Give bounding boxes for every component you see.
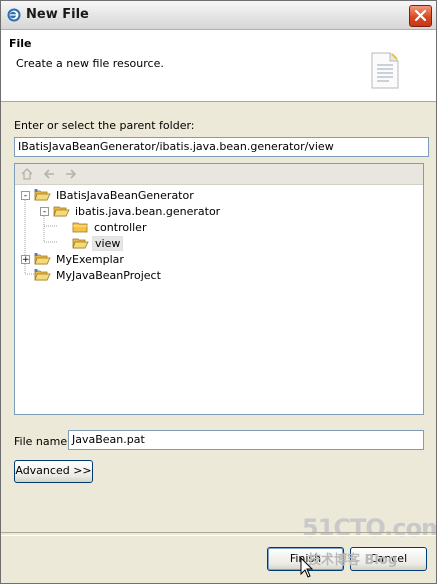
footer-separator [1,532,436,536]
tree-item-view[interactable]: view [72,235,124,251]
back-arrow-icon[interactable] [41,166,57,182]
project-icon [34,253,51,265]
tree-item-label: ibatis.java.bean.generator [75,204,221,218]
tree-item-myexemplar[interactable]: + MyExemplar [21,251,126,267]
watermark-blog-text: 技术博客 Blog [308,553,398,568]
wizard-banner: File Create a new file resource. [1,30,436,102]
collapse-toggle[interactable]: - [40,206,49,216]
tree-item-controller[interactable]: controller [72,219,148,235]
window-title: New File [26,7,89,22]
close-icon [414,9,427,22]
tree-toolbar [15,164,423,185]
tree-item-myjavabeanproject[interactable]: MyJavaBeanProject [34,267,163,283]
wizard-page-title: File [9,37,32,50]
tree-item-label: MyExemplar [56,252,124,266]
folder-icon [72,222,88,233]
parent-folder-label: Enter or select the parent folder: [14,119,195,132]
parent-folder-input[interactable]: IBatisJavaBeanGenerator/ibatis.java.bean… [14,137,429,157]
open-folder-icon [72,238,89,249]
home-icon[interactable] [19,166,35,182]
mouse-pointer-icon [300,557,314,578]
tree-item-label: view [92,235,124,251]
collapse-toggle[interactable]: - [21,190,30,200]
expand-toggle[interactable]: + [21,254,30,264]
dialog-body: Enter or select the parent folder: IBati… [1,102,436,532]
tree-item-label: MyJavaBeanProject [56,268,161,282]
file-name-input[interactable]: JavaBean.pat [68,430,424,450]
tree-item-label: IBatisJavaBeanGenerator [56,188,194,202]
watermark-logo: 51CTO.com [302,514,437,542]
tree-item-ibatis-java-bean-generator[interactable]: - ibatis.java.bean.generator [40,203,222,219]
file-wizard-icon [371,52,399,89]
file-name-label: File name: [14,435,71,448]
tree-item-label: controller [94,220,147,234]
close-button[interactable] [409,5,432,27]
open-project-icon [34,189,51,201]
title-bar[interactable]: New File [1,1,436,30]
eclipse-icon [7,8,21,22]
project-icon [34,269,51,281]
advanced-button[interactable]: Advanced >> [14,460,93,483]
folder-tree[interactable]: - IBatisJavaBeanGenerator - ibatis.java.… [14,163,424,415]
forward-arrow-icon[interactable] [63,166,79,182]
wizard-page-description: Create a new file resource. [16,57,164,70]
new-file-dialog: New File File Create a new file resource… [0,0,437,584]
open-folder-icon [53,206,70,217]
tree-item-ibatisjavabeangenerator[interactable]: - IBatisJavaBeanGenerator [21,187,196,203]
